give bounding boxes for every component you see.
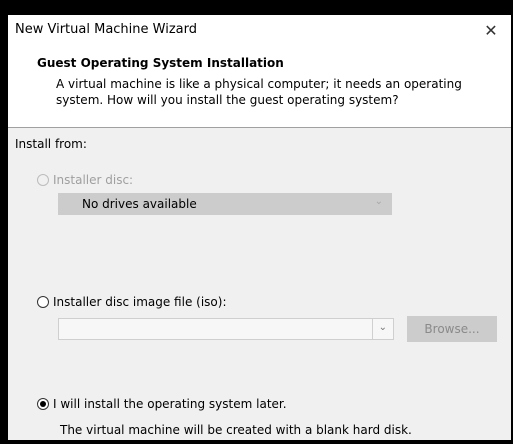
iso-dropdown-button[interactable]: ⌄ <box>372 319 393 339</box>
chevron-down-icon: ⌄ <box>378 322 387 333</box>
install-from-label: Install from: <box>15 137 87 151</box>
radio-installer-disc[interactable]: Installer disc: <box>37 173 133 187</box>
radio-icon[interactable] <box>37 296 49 308</box>
radio-icon[interactable] <box>37 398 49 410</box>
title-bar: New Virtual Machine Wizard ✕ <box>8 15 511 45</box>
close-icon: ✕ <box>484 20 498 40</box>
radio-install-later-label: I will install the operating system late… <box>53 397 287 411</box>
radio-iso-image[interactable]: Installer disc image file (iso): <box>37 295 226 309</box>
wizard-header: Guest Operating System Installation A vi… <box>8 45 511 127</box>
chevron-down-icon: ⌄ <box>374 196 383 207</box>
drive-select-value: No drives available <box>82 197 197 211</box>
window-title: New Virtual Machine Wizard <box>15 22 197 37</box>
close-button[interactable]: ✕ <box>471 15 511 45</box>
install-later-note: The virtual machine will be created with… <box>60 423 412 437</box>
radio-icon[interactable] <box>37 174 49 186</box>
drive-select[interactable]: No drives available ⌄ <box>58 193 392 215</box>
iso-path-select[interactable]: ⌄ <box>58 318 394 340</box>
wizard-content: Install from: Installer disc: No drives … <box>8 128 511 440</box>
browse-button[interactable]: Browse... <box>407 316 497 342</box>
page-title: Guest Operating System Installation <box>37 56 284 70</box>
page-description: A virtual machine is like a physical com… <box>56 77 462 107</box>
radio-iso-image-label: Installer disc image file (iso): <box>53 295 227 309</box>
wizard-window: New Virtual Machine Wizard ✕ Guest Opera… <box>8 15 511 440</box>
radio-install-later[interactable]: I will install the operating system late… <box>37 397 287 411</box>
radio-installer-disc-label: Installer disc: <box>53 173 134 187</box>
